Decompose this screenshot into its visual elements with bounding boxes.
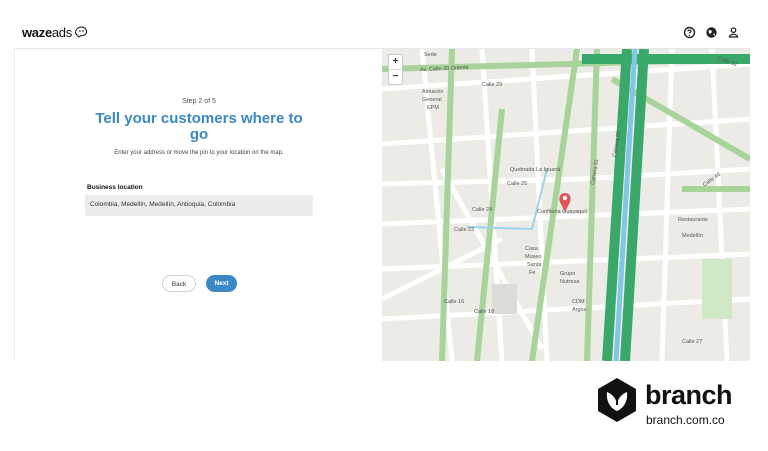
map-label: Calle 23 xyxy=(454,227,475,233)
map-label: Calle 16 xyxy=(444,299,465,305)
map-label: Calle 24 xyxy=(472,207,493,213)
map-label: Restaurante xyxy=(678,217,708,223)
map-label: CDM xyxy=(572,299,585,305)
map-label: EPM xyxy=(427,105,439,111)
branch-url: branch.com.co xyxy=(646,413,725,427)
page-title: Tell your customers where to go xyxy=(95,110,303,143)
map-label: Grupo xyxy=(560,271,576,277)
branch-name: branch xyxy=(645,380,733,410)
map-label: Nutresa xyxy=(560,279,580,285)
business-location-label: Business location xyxy=(87,184,143,191)
map-view[interactable]: Av. Calle 30 Oriente Almacén General EPM… xyxy=(382,49,750,361)
branch-logo-icon xyxy=(598,378,636,422)
logo-text-bold: waze xyxy=(22,25,52,40)
zoom-out-button[interactable]: − xyxy=(389,69,402,84)
map-label: Medellín xyxy=(682,233,703,239)
map-label: Calle 27 xyxy=(682,339,703,345)
page-subtitle: Enter your address or move the pin to yo… xyxy=(114,150,284,156)
map-streets[interactable] xyxy=(382,49,750,361)
waze-icon xyxy=(75,26,87,38)
globe-icon[interactable] xyxy=(705,26,718,39)
map-label: Santa xyxy=(527,262,542,268)
help-icon[interactable] xyxy=(683,26,696,39)
map-zoom-control: + − xyxy=(388,54,403,85)
map-label: Confiteria Guayaquil xyxy=(537,209,587,215)
step-indicator: Step 2 of 5 xyxy=(182,98,216,105)
map-label: Calle 29 xyxy=(482,82,503,88)
map-label: Museo xyxy=(525,254,542,260)
map-label: Almacén xyxy=(422,89,444,95)
map-label: Argos xyxy=(572,307,587,313)
back-button[interactable]: Back xyxy=(162,275,196,292)
map-label: Calle 25 xyxy=(507,181,528,187)
next-button[interactable]: Next xyxy=(206,275,237,292)
map-label: General xyxy=(422,97,442,103)
account-icon[interactable] xyxy=(727,26,740,39)
zoom-in-button[interactable]: + xyxy=(389,55,402,69)
main-content: Step 2 of 5 Tell your customers where to… xyxy=(14,49,750,361)
top-bar: waze ads xyxy=(14,18,750,49)
map-label: Quebrada La Iguaná xyxy=(510,167,561,173)
waze-ads-logo[interactable]: waze ads xyxy=(22,25,88,40)
map-label: Fe xyxy=(529,270,536,276)
logo-text-light: ads xyxy=(51,25,72,40)
map-label: Sede xyxy=(424,52,437,58)
map-label: Casa xyxy=(525,246,538,252)
setup-panel: Step 2 of 5 Tell your customers where to… xyxy=(14,49,383,361)
business-location-input[interactable]: Colombia, Medellín, Medellín, Antioquia,… xyxy=(85,195,313,216)
map-label: Calle 18 xyxy=(474,309,495,315)
